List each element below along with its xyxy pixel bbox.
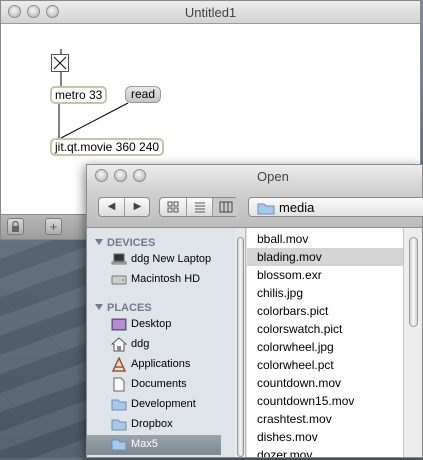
list-item[interactable]: crashtest.mov bbox=[247, 410, 404, 428]
sidebar-item-max5[interactable]: Max5 bbox=[87, 435, 221, 455]
back-arrow-icon[interactable]: ◀ bbox=[99, 198, 124, 216]
list-item[interactable]: colorwheel.jpg bbox=[247, 338, 404, 356]
folder-icon bbox=[111, 399, 127, 411]
sidebar-item-development[interactable]: Development bbox=[87, 395, 221, 415]
list-item[interactable]: dozer.mov bbox=[247, 446, 404, 457]
forward-arrow-icon[interactable]: ▶ bbox=[125, 198, 150, 216]
read-message-box[interactable]: read bbox=[125, 86, 162, 103]
dialog-title: Open bbox=[257, 169, 289, 184]
metro-object[interactable]: metro 33 bbox=[50, 86, 108, 104]
document-icon bbox=[113, 377, 125, 392]
sidebar-item-desktop[interactable]: Desktop bbox=[87, 315, 221, 335]
sidebar-item-label: ddg New Laptop bbox=[131, 253, 212, 265]
sidebar-item-label: Applications bbox=[131, 358, 191, 370]
file-list: bball.mov blading.mov blossom.exr chilis… bbox=[247, 228, 404, 457]
list-item[interactable]: chilis.jpg bbox=[247, 284, 404, 302]
list-item[interactable]: blossom.exr bbox=[247, 266, 404, 284]
sidebar-item-label: Desktop bbox=[131, 318, 172, 330]
desktop-icon bbox=[111, 318, 127, 331]
list-item[interactable]: colorbars.pict bbox=[247, 302, 404, 320]
applications-icon bbox=[111, 357, 127, 372]
list-item[interactable]: countdown.mov bbox=[247, 374, 404, 392]
jit-qt-movie-object[interactable]: jit.qt.movie 360 240 bbox=[50, 138, 165, 156]
icon-view-icon[interactable] bbox=[160, 198, 186, 216]
sidebar-scroll-thumb[interactable] bbox=[237, 237, 244, 457]
column-view-icon[interactable] bbox=[213, 198, 238, 216]
sidebar-item-label: Development bbox=[131, 398, 196, 410]
sidebar-item-label: ddg bbox=[131, 338, 150, 350]
list-item[interactable]: bball.mov bbox=[247, 230, 404, 248]
sidebar-item-ddg-new-laptop[interactable]: ddg New Laptop bbox=[87, 250, 221, 270]
sidebar-item-documents[interactable]: Documents bbox=[87, 375, 221, 395]
folder-icon bbox=[111, 419, 127, 431]
file-list-scroll-thumb[interactable] bbox=[409, 237, 418, 327]
view-mode-control bbox=[159, 197, 238, 217]
folder-icon bbox=[111, 439, 127, 451]
sidebar-item-ddg[interactable]: ddg bbox=[87, 335, 221, 355]
dialog-toolbar: ◀ ▶ media bbox=[87, 187, 423, 228]
patcher-titlebar[interactable]: Untitled1 bbox=[1, 1, 420, 24]
sidebar-item-label: Max5 bbox=[131, 438, 158, 450]
sidebar-item-label: Documents bbox=[131, 378, 187, 390]
list-item[interactable]: colorswatch.pict bbox=[247, 320, 404, 338]
sidebar-devices-header[interactable]: DEVICES bbox=[95, 237, 155, 249]
sidebar-item-label: Dropbox bbox=[131, 418, 173, 430]
list-item[interactable]: colorwheel.pct bbox=[247, 356, 404, 374]
add-object-icon[interactable]: + bbox=[45, 218, 62, 235]
home-icon bbox=[111, 337, 127, 352]
list-view-icon[interactable] bbox=[187, 198, 212, 216]
list-item-selected[interactable]: blading.mov bbox=[247, 248, 404, 266]
list-item[interactable]: countdown15.mov bbox=[247, 392, 404, 410]
sidebar-places-header[interactable]: PLACES bbox=[95, 302, 152, 314]
path-popup[interactable]: media bbox=[248, 197, 423, 217]
dialog-titlebar[interactable]: Open bbox=[87, 165, 422, 187]
open-dialog: Open ◀ ▶ media DEVICES ddg New Laptop Ma… bbox=[86, 164, 423, 458]
dialog-zoom-button[interactable] bbox=[133, 169, 146, 182]
toggle-object[interactable] bbox=[51, 54, 69, 72]
dialog-sidebar: DEVICES ddg New Laptop Macintosh HD PLAC… bbox=[87, 228, 236, 457]
list-item[interactable]: dishes.mov bbox=[247, 428, 404, 446]
window-title: Untitled1 bbox=[184, 5, 237, 20]
sidebar-item-dropbox[interactable]: Dropbox bbox=[87, 415, 221, 435]
sidebar-item-label: Macintosh HD bbox=[131, 273, 201, 285]
sidebar-item-macintosh-hd[interactable]: Macintosh HD bbox=[87, 270, 221, 290]
folder-icon bbox=[257, 203, 275, 215]
dialog-minimize-button[interactable] bbox=[114, 169, 127, 182]
dialog-close-button[interactable] bbox=[95, 169, 108, 182]
sidebar-item-applications[interactable]: Applications bbox=[87, 355, 221, 375]
lock-icon[interactable] bbox=[7, 218, 24, 235]
path-popup-label: media bbox=[279, 200, 315, 215]
back-forward-control: ◀ ▶ bbox=[98, 197, 150, 217]
hard-drive-icon bbox=[111, 275, 127, 285]
laptop-icon bbox=[111, 253, 127, 265]
